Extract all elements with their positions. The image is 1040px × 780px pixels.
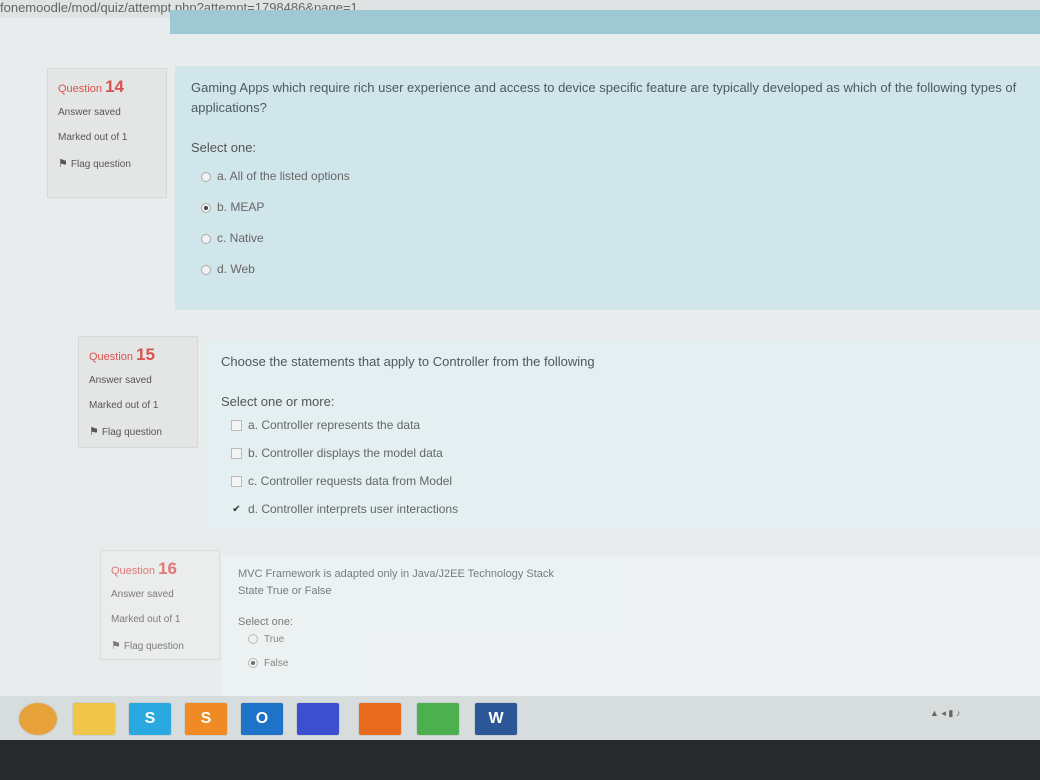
taskbar-item-firefox[interactable]: [358, 702, 402, 736]
question-content: MVC Framework is adapted only in Java/J2…: [222, 556, 1040, 696]
answer-option-b[interactable]: b. MEAP: [191, 192, 1024, 223]
radio-button-selected[interactable]: [201, 202, 211, 213]
flag-question-link[interactable]: ⚑ Flag question: [89, 425, 187, 438]
flag-icon: ⚑: [111, 640, 121, 652]
taskbar: S S O W ▲ ◂ ▮ ♪: [0, 696, 1040, 740]
radio-button[interactable]: [248, 634, 258, 645]
checkbox[interactable]: [231, 420, 242, 432]
question-number: Question 14: [58, 77, 125, 96]
question-state: Answer saved: [111, 589, 174, 600]
flag-question-link[interactable]: ⚑ Flag question: [58, 157, 156, 170]
sublime-icon: S: [200, 710, 212, 727]
page-header-strip: [170, 10, 1040, 34]
question-content: Choose the statements that apply to Cont…: [205, 340, 1040, 528]
question-text: Gaming Apps which require rich user expe…: [191, 80, 1017, 115]
question-text: Choose the statements that apply to Cont…: [221, 354, 595, 369]
answer-option-b[interactable]: b. Controller displays the model data: [221, 439, 1024, 467]
question-state: Answer saved: [58, 107, 121, 118]
answer-option-d[interactable]: ✔ d. Controller interprets user interacti…: [221, 495, 1024, 523]
taskbar-item-chrome[interactable]: [416, 702, 460, 736]
monitor-bezel: [0, 740, 1040, 780]
taskbar-item-sublime[interactable]: S: [184, 702, 228, 736]
start-button[interactable]: [18, 702, 58, 736]
radio-button[interactable]: [201, 264, 211, 275]
answer-prompt: Select one:: [238, 616, 294, 628]
answer-option-true[interactable]: True: [238, 628, 1024, 652]
radio-button[interactable]: [201, 171, 211, 182]
answer-option-a[interactable]: a. Controller represents the data: [221, 411, 1024, 439]
question-info: Question 16 Answer saved Marked out of 1…: [100, 550, 220, 660]
checkbox-checked[interactable]: ✔: [231, 504, 242, 515]
flag-question-link[interactable]: ⚑ Flag question: [111, 639, 209, 652]
flag-icon: ⚑: [89, 426, 99, 438]
radio-button[interactable]: [201, 233, 211, 244]
question-subtext: State True or False: [238, 585, 332, 597]
taskbar-item-skype[interactable]: S: [128, 702, 172, 736]
answer-option-a[interactable]: a. All of the listed options: [191, 161, 1024, 192]
answer-option-false[interactable]: False: [238, 652, 1024, 676]
taskbar-item-app[interactable]: [296, 702, 340, 736]
radio-button-selected[interactable]: [248, 658, 258, 669]
checkbox[interactable]: [231, 448, 242, 460]
flag-icon: ⚑: [58, 158, 68, 170]
checkbox[interactable]: [231, 476, 242, 488]
outlook-icon: O: [255, 710, 269, 727]
answer-prompt: Select one or more:: [221, 394, 335, 409]
taskbar-item-outlook[interactable]: O: [240, 702, 284, 736]
question-text: MVC Framework is adapted only in Java/J2…: [238, 568, 554, 580]
skype-icon: S: [144, 710, 156, 727]
question-content: Gaming Apps which require rich user expe…: [175, 66, 1040, 310]
question-grade: Marked out of 1: [58, 132, 128, 143]
question-state: Answer saved: [89, 375, 152, 386]
question-number: Question 16: [111, 559, 178, 578]
question-grade: Marked out of 1: [111, 614, 181, 625]
question-info: Question 14 Answer saved Marked out of 1…: [47, 68, 167, 198]
answer-option-d[interactable]: d. Web: [191, 254, 1024, 285]
question-number: Question 15: [89, 345, 156, 364]
taskbar-item-explorer[interactable]: [72, 702, 116, 736]
system-tray[interactable]: ▲ ◂ ▮ ♪: [930, 708, 960, 719]
answer-option-c[interactable]: c. Controller requests data from Model: [221, 467, 1024, 495]
answer-option-c[interactable]: c. Native: [191, 223, 1024, 254]
word-icon: W: [488, 710, 504, 727]
question-grade: Marked out of 1: [89, 400, 159, 411]
taskbar-item-word[interactable]: W: [474, 702, 518, 736]
answer-prompt: Select one:: [191, 140, 257, 155]
question-info: Question 15 Answer saved Marked out of 1…: [78, 336, 198, 448]
